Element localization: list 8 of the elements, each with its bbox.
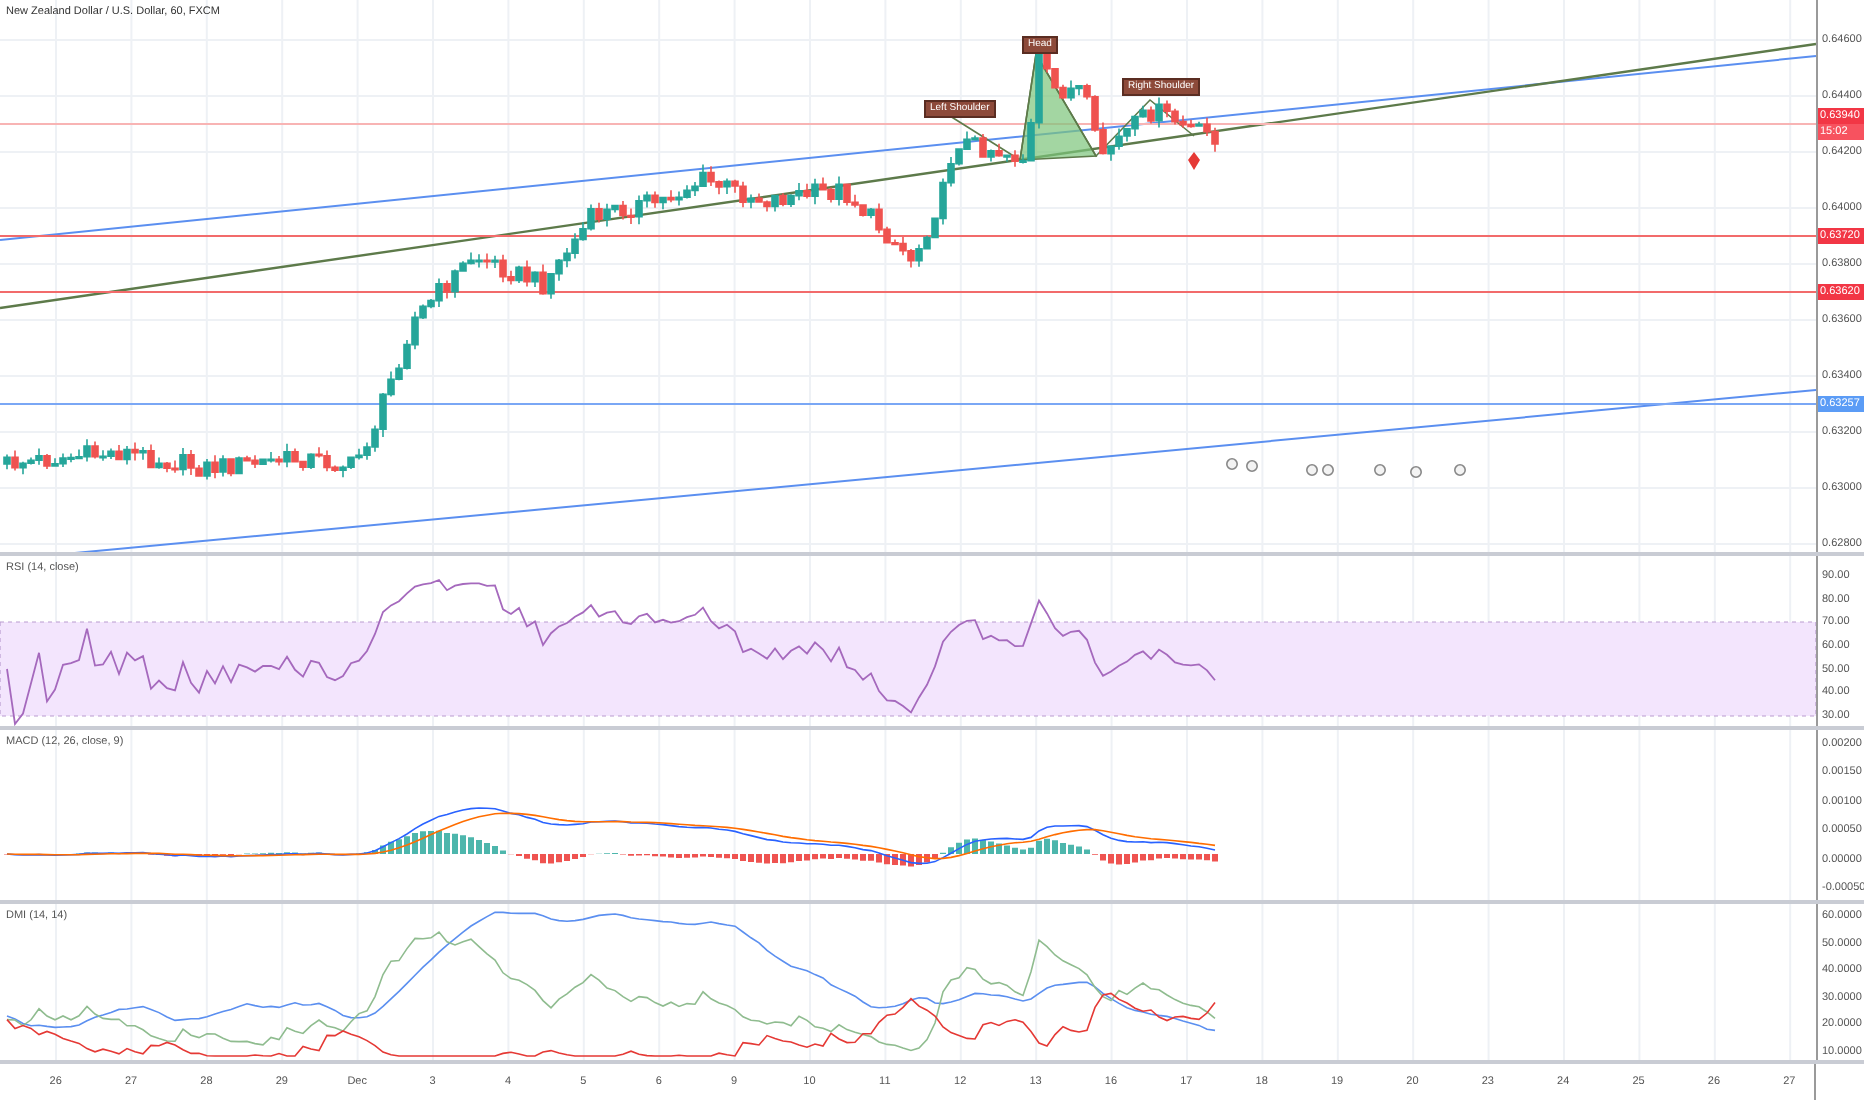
event-marker-icon[interactable]	[1322, 464, 1334, 476]
event-marker-icon[interactable]	[1226, 458, 1238, 470]
event-marker-icon[interactable]	[1454, 464, 1466, 476]
event-marker-icon[interactable]	[1374, 464, 1386, 476]
event-marker-icon[interactable]	[1410, 466, 1422, 478]
event-marker-icon[interactable]	[1306, 464, 1318, 476]
diamond-marker-icon	[1188, 152, 1200, 170]
event-marker-icon[interactable]	[1246, 460, 1258, 472]
